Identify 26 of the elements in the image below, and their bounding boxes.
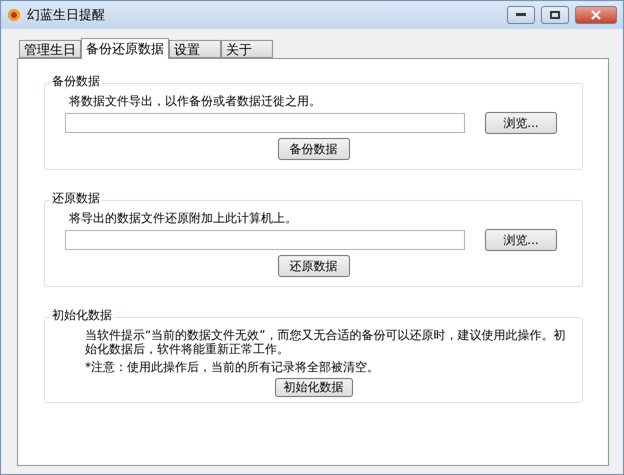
- browse-button[interactable]: 浏览...: [485, 229, 557, 251]
- tab[interactable]: 设置: [169, 40, 221, 58]
- description-text: 当软件提示“当前的数据文件无效”，而您又无合适的备份可以还原时，建议使用此操作。初始化数据后，软件将能重新正常工作。: [85, 328, 566, 356]
- minimize-icon: [516, 13, 526, 17]
- window-title: 幻蓝生日提醒: [27, 7, 106, 24]
- tab[interactable]: 关于: [221, 40, 273, 58]
- warning-text: *注意：使用此操作后，当前的所有记录将全部被清空。: [85, 360, 380, 374]
- action-button[interactable]: 初始化数据: [274, 378, 352, 397]
- path-field[interactable]: [65, 113, 465, 133]
- maximize-button[interactable]: [541, 6, 569, 24]
- group-title: 备份数据: [50, 73, 102, 90]
- app-icon: [7, 8, 21, 22]
- close-icon: [591, 10, 601, 20]
- description-text: 将数据文件导出，以作备份或者数据迁徙之用。: [69, 94, 322, 108]
- tab[interactable]: 管理生日: [19, 40, 81, 58]
- tab[interactable]: 备份还原数据: [81, 38, 169, 59]
- description-text: 将导出的数据文件还原附加上此计算机上。: [69, 211, 298, 225]
- maximize-icon: [550, 11, 560, 19]
- browse-button[interactable]: 浏览...: [485, 112, 557, 134]
- group-title: 初始化数据: [50, 307, 114, 324]
- group-title: 还原数据: [50, 190, 102, 207]
- action-button[interactable]: 备份数据: [278, 138, 350, 160]
- minimize-button[interactable]: [507, 6, 535, 24]
- close-button[interactable]: [575, 6, 617, 24]
- path-field[interactable]: [65, 230, 465, 250]
- action-button[interactable]: 还原数据: [278, 255, 350, 277]
